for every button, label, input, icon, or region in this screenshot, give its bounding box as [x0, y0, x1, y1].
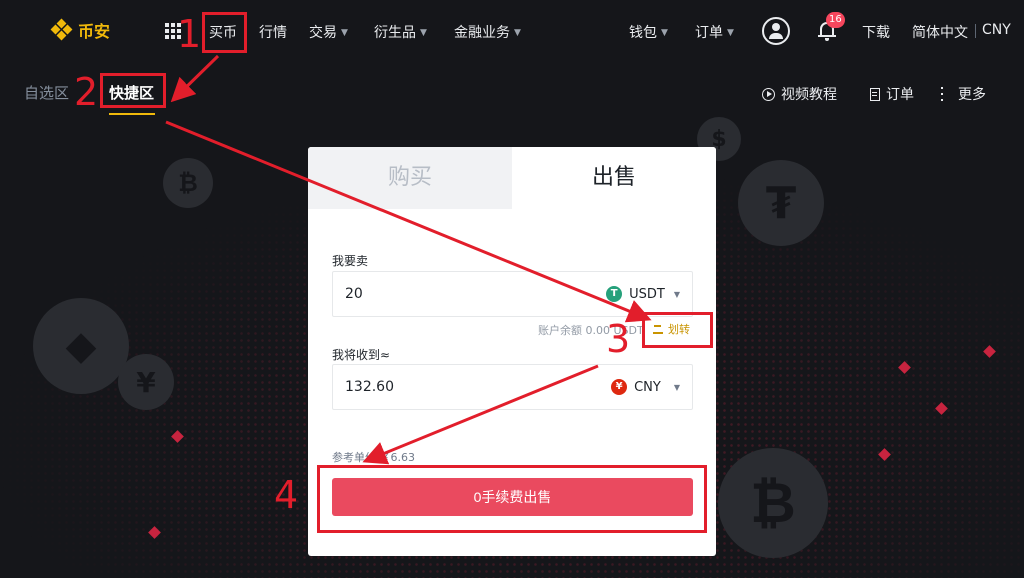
sell-amount-label: 我要卖: [332, 254, 369, 268]
sell-currency-label: USDT: [629, 286, 665, 302]
annotation-number-4: 4: [274, 473, 299, 517]
receive-amount-input[interactable]: 132.60: [345, 379, 611, 395]
receive-currency-select[interactable]: ¥ CNY ▼: [611, 379, 680, 395]
receive-amount-label: 我将收到≈: [332, 348, 391, 362]
more-link-label: 更多: [958, 87, 986, 103]
nav-divider: [975, 24, 976, 38]
nav-wallet-label: 钱包: [629, 25, 657, 41]
annotation-box-2: [100, 73, 166, 108]
active-tab-indicator: [109, 113, 155, 115]
binance-logo-icon: [50, 18, 73, 41]
more-link[interactable]: 更多: [940, 84, 986, 104]
caret-down-icon: ▼: [661, 28, 668, 38]
video-tutorial-label: 视频教程: [781, 87, 837, 103]
nav-finance-label: 金融业务: [454, 25, 510, 41]
cny-icon: ¥: [611, 379, 628, 395]
brand-name: 币安: [78, 22, 111, 41]
sell-amount-input[interactable]: 20: [345, 286, 606, 302]
annotation-box-1: [202, 12, 247, 53]
caret-down-icon: ▼: [514, 28, 521, 38]
tab-buy[interactable]: 购买: [308, 147, 512, 209]
caret-down-icon: ▼: [420, 28, 427, 38]
nav-download[interactable]: 下载: [862, 22, 890, 42]
tab-sell[interactable]: 出售: [512, 147, 716, 209]
nav-currency[interactable]: CNY: [982, 22, 1011, 38]
annotation-number-1: 1: [177, 12, 202, 56]
nav-orders[interactable]: 订单 ▼: [695, 22, 734, 42]
reference-price: 参考单价 ￥6.63: [332, 451, 415, 464]
notification-badge: 16: [826, 12, 845, 28]
top-navigation: 币安 买币 行情 交易 ▼ 衍生品 ▼ 金融业务 ▼ 钱包 ▼ 订单 ▼ 16 下载 简体…: [0, 0, 1024, 62]
nav-language[interactable]: 简体中文: [912, 22, 968, 42]
receive-amount-field[interactable]: 132.60 ¥ CNY ▼: [332, 364, 693, 410]
nav-orders-label: 订单: [695, 25, 723, 41]
nav-trade[interactable]: 交易 ▼: [309, 22, 348, 42]
nav-derivatives[interactable]: 衍生品 ▼: [374, 22, 427, 42]
orders-link-label: 订单: [886, 87, 914, 103]
video-tutorial-link[interactable]: 视频教程: [762, 84, 837, 104]
play-circle-icon: [762, 87, 775, 101]
annotation-number-3: 3: [606, 317, 631, 361]
yuan-deco-icon: ¥: [118, 354, 174, 410]
caret-down-icon: ▼: [673, 382, 680, 392]
sell-currency-select[interactable]: T USDT ▼: [606, 286, 680, 302]
bitcoin-deco-icon: ₿: [163, 158, 213, 208]
usdt-icon: T: [606, 286, 623, 302]
nav-finance[interactable]: 金融业务 ▼: [454, 22, 521, 42]
caret-down-icon: ▼: [673, 289, 680, 299]
binance-deco-icon: ◆: [33, 298, 129, 394]
sell-amount-field[interactable]: 20 T USDT ▼: [332, 271, 693, 317]
document-icon: [870, 87, 880, 101]
receive-currency-label: CNY: [634, 379, 661, 395]
tether-deco-icon: ₮: [738, 160, 824, 246]
annotation-number-2: 2: [74, 70, 99, 114]
arrow-1-to-2: [170, 54, 220, 103]
bitcoin-deco-icon: ₿: [718, 448, 828, 558]
brand-logo[interactable]: 币安: [50, 18, 111, 42]
nav-derivatives-label: 衍生品: [374, 25, 416, 41]
annotation-box-4: [317, 465, 707, 533]
nav-markets[interactable]: 行情: [259, 22, 287, 42]
user-avatar-icon[interactable]: [762, 17, 790, 45]
orders-link[interactable]: 订单: [870, 84, 914, 104]
more-vertical-icon: [940, 87, 944, 101]
annotation-box-3: [642, 312, 713, 348]
buy-sell-tabs: 购买 出售: [308, 147, 716, 209]
caret-down-icon: ▼: [727, 28, 734, 38]
caret-down-icon: ▼: [341, 28, 348, 38]
tab-favorites[interactable]: 自选区: [24, 82, 69, 103]
nav-wallet[interactable]: 钱包 ▼: [629, 22, 668, 42]
nav-trade-label: 交易: [309, 25, 337, 41]
